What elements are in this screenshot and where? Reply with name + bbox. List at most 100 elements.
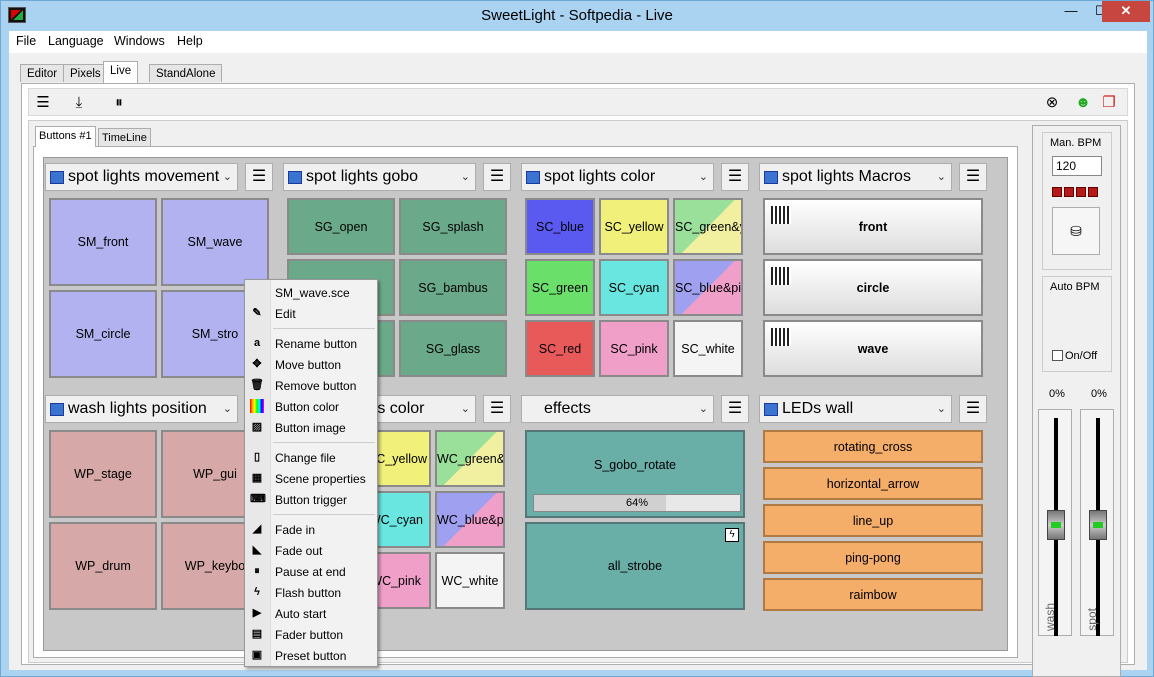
button-label: front <box>858 219 888 234</box>
group-icon <box>50 403 64 416</box>
group-wash-position: wash lights position ⌄ WP_stage WP_gui WP… <box>45 395 275 645</box>
spot-fader[interactable]: spot <box>1080 409 1114 636</box>
scene-button[interactable]: WC_white <box>435 552 505 609</box>
checkbox-icon[interactable] <box>1052 350 1063 361</box>
scene-button[interactable]: SC_white <box>673 320 743 377</box>
macro-button[interactable]: circle <box>763 259 983 316</box>
effect-button[interactable]: all_strobe ϟ <box>525 522 745 610</box>
group-menu-button[interactable]: ☰ <box>721 395 749 423</box>
beat-led <box>1076 187 1086 197</box>
led-button[interactable]: horizontal_arrow <box>763 467 983 500</box>
macro-button[interactable]: wave <box>763 320 983 377</box>
menu-item-fade-in[interactable]: Fade in <box>275 523 315 537</box>
menu-item-preset[interactable]: Preset button <box>275 649 346 663</box>
bpm-input[interactable]: 120 <box>1052 156 1102 176</box>
menu-item-pause-at-end[interactable]: Pause at end <box>275 565 346 579</box>
menu-language[interactable]: Language <box>48 34 104 48</box>
menu-item-color[interactable]: Button color <box>275 400 339 414</box>
scene-button[interactable]: SC_green <box>525 259 595 316</box>
menu-item-auto-start[interactable]: Auto start <box>275 607 326 621</box>
download-icon[interactable]: ⤓ <box>69 93 89 113</box>
group-select-spot-color[interactable]: spot lights color ⌄ <box>521 163 714 191</box>
tab-live[interactable]: Live <box>103 61 139 83</box>
pencil-icon: ✎ <box>252 307 262 319</box>
tab-buttons-1[interactable]: Buttons #1 <box>35 126 96 147</box>
scene-button[interactable]: SM_wave <box>161 198 269 286</box>
stop-icon[interactable]: ⊗ <box>1042 93 1062 113</box>
group-effects: effects ⌄ ☰ S_gobo_rotate 64% all_strobe … <box>521 395 751 645</box>
windows-red-icon[interactable]: ❐ <box>1099 93 1119 113</box>
menu-item-scene-properties[interactable]: Scene properties <box>275 472 366 486</box>
group-select-effects[interactable]: effects ⌄ <box>521 395 714 423</box>
fader-knob[interactable] <box>1047 510 1065 540</box>
group-menu-button[interactable]: ☰ <box>959 163 987 191</box>
tap-tempo-button[interactable]: ⛁ <box>1052 207 1100 255</box>
scene-button[interactable]: SC_yellow <box>599 198 669 255</box>
scene-button[interactable]: SG_splash <box>399 198 507 255</box>
scene-button[interactable]: WP_stage <box>49 430 157 518</box>
dmx-green-icon[interactable]: ☻ <box>1073 93 1093 113</box>
menu-item-edit[interactable]: Edit <box>275 307 296 321</box>
menu-hamburger-icon[interactable]: ☰ <box>33 93 53 113</box>
menu-item-image[interactable]: Button image <box>275 421 346 435</box>
effect-progress-bar: 64% <box>533 494 741 512</box>
group-select-leds-wall[interactable]: LEDs wall ⌄ <box>759 395 952 423</box>
led-button[interactable]: ping-pong <box>763 541 983 574</box>
led-button[interactable]: rotating_cross <box>763 430 983 463</box>
scene-button[interactable]: WC_green& <box>435 430 505 487</box>
scene-button[interactable]: SC_pink <box>599 320 669 377</box>
scene-button[interactable]: SG_open <box>287 198 395 255</box>
onoff-label: On/Off <box>1065 350 1098 362</box>
group-select-spot-macros[interactable]: spot lights Macros ⌄ <box>759 163 952 191</box>
menu-windows[interactable]: Windows <box>114 34 165 48</box>
auto-bpm-toggle[interactable]: On/Off <box>1052 350 1097 362</box>
fader-label: spot <box>1085 608 1099 631</box>
macro-button[interactable]: front <box>763 198 983 255</box>
scene-button[interactable]: SC_blue <box>525 198 595 255</box>
menu-item-move[interactable]: Move button <box>275 358 341 372</box>
menu-item-flash[interactable]: Flash button <box>275 586 341 600</box>
tab-editor[interactable]: Editor <box>20 64 65 82</box>
menu-item-remove[interactable]: Remove button <box>275 379 356 393</box>
menu-bar: File Language Windows Help <box>9 31 1147 53</box>
menu-file[interactable]: File <box>16 34 36 48</box>
menu-item-trigger[interactable]: Button trigger <box>275 493 347 507</box>
tab-timeline[interactable]: TimeLine <box>98 128 151 146</box>
wash-fader[interactable]: wash <box>1038 409 1072 636</box>
scene-button[interactable]: SG_glass <box>399 320 507 377</box>
scene-button[interactable]: SC_blue&pi <box>673 259 743 316</box>
menu-item-change-file[interactable]: Change file <box>275 451 336 465</box>
minimize-button[interactable]: — <box>1056 1 1086 22</box>
menu-item-fade-out[interactable]: Fade out <box>275 544 322 558</box>
fade-in-icon: ◢ <box>252 523 262 535</box>
group-menu-button[interactable]: ☰ <box>245 163 273 191</box>
menu-item-fader[interactable]: Fader button <box>275 628 343 642</box>
effect-button[interactable]: S_gobo_rotate 64% <box>525 430 745 518</box>
scene-button[interactable]: SC_cyan <box>599 259 669 316</box>
led-button[interactable]: raimbow <box>763 578 983 611</box>
group-menu-button[interactable]: ☰ <box>721 163 749 191</box>
scene-button[interactable]: SC_green&y <box>673 198 743 255</box>
group-menu-button[interactable]: ☰ <box>959 395 987 423</box>
menu-item-rename[interactable]: Rename button <box>275 337 357 351</box>
led-button[interactable]: line_up <box>763 504 983 537</box>
group-select-wash-position[interactable]: wash lights position ⌄ <box>45 395 238 423</box>
pause-icon[interactable]: ⏸ <box>109 93 129 113</box>
scene-button[interactable]: SC_red <box>525 320 595 377</box>
group-select-spot-movement[interactable]: spot lights movement ⌄ <box>45 163 238 191</box>
tab-pixels[interactable]: Pixels <box>63 64 108 82</box>
group-select-spot-gobo[interactable]: spot lights gobo ⌄ <box>283 163 476 191</box>
scene-button[interactable]: SM_front <box>49 198 157 286</box>
button-context-menu: SM_wave.sce ✎ Edit a Rename button ✥ Mov… <box>244 279 378 667</box>
title-bar[interactable]: SweetLight - Softpedia - Live — ☐ ✕ <box>1 1 1153 31</box>
menu-help[interactable]: Help <box>177 34 203 48</box>
scene-button[interactable]: SG_bambus <box>399 259 507 316</box>
group-menu-button[interactable]: ☰ <box>483 395 511 423</box>
close-window-button[interactable]: ✕ <box>1102 1 1150 22</box>
scene-button[interactable]: SM_circle <box>49 290 157 378</box>
scene-button[interactable]: WP_drum <box>49 522 157 610</box>
tab-standalone[interactable]: StandAlone <box>149 64 223 82</box>
fader-knob[interactable] <box>1089 510 1107 540</box>
scene-button[interactable]: WC_blue&pi <box>435 491 505 548</box>
group-menu-button[interactable]: ☰ <box>483 163 511 191</box>
